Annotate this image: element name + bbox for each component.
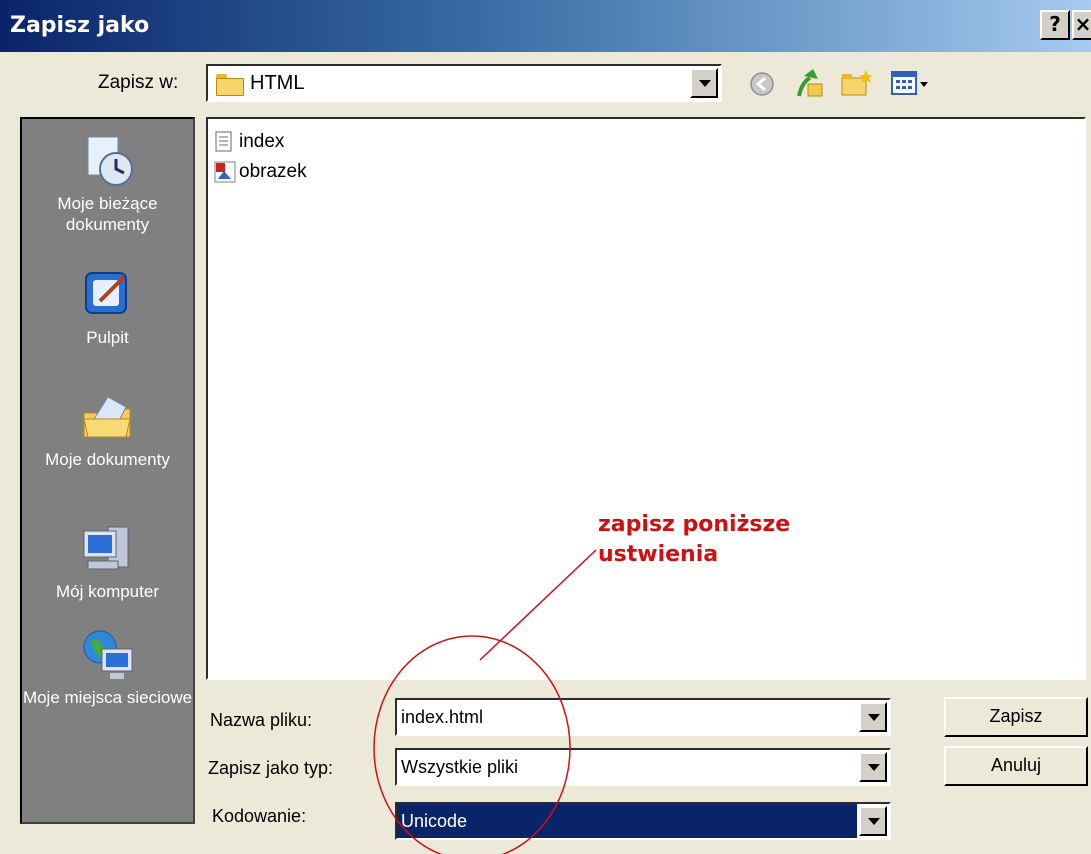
help-button[interactable]: ? bbox=[1040, 10, 1070, 40]
back-icon[interactable] bbox=[748, 70, 776, 98]
file-list[interactable]: index obrazek bbox=[206, 117, 1086, 680]
chevron-down-icon[interactable] bbox=[859, 752, 887, 782]
place-my-computer[interactable]: Mój komputer bbox=[22, 521, 193, 602]
desktop-icon bbox=[84, 272, 127, 314]
encoding-label: Kodowanie: bbox=[212, 806, 307, 826]
file-name: obrazek bbox=[239, 161, 307, 182]
save-in-label: Zapisz w: bbox=[98, 72, 179, 93]
window-title: Zapisz jako bbox=[10, 13, 150, 38]
places-bar: Moje bieżące dokumenty Pulpit Moje dokum… bbox=[20, 117, 195, 824]
up-folder-icon[interactable] bbox=[794, 66, 824, 100]
place-label: Pulpit bbox=[86, 328, 129, 347]
place-label: Moje bieżące dokumenty bbox=[57, 194, 158, 234]
recent-documents-icon bbox=[87, 136, 133, 186]
network-places-icon bbox=[83, 630, 132, 679]
file-type-select[interactable]: Wszystkie pliki bbox=[395, 748, 891, 786]
place-label: Moje dokumenty bbox=[45, 450, 170, 469]
encoding-select[interactable]: Unicode bbox=[395, 802, 891, 840]
annotation-line-1: zapisz poniższe bbox=[598, 512, 791, 537]
place-network-places[interactable]: Moje miejsca sieciowe bbox=[22, 627, 193, 708]
view-menu-icon[interactable] bbox=[890, 70, 930, 98]
place-recent-documents[interactable]: Moje bieżące dokumenty bbox=[22, 133, 193, 235]
place-my-documents[interactable]: Moje dokumenty bbox=[22, 389, 193, 470]
file-name: index bbox=[239, 131, 285, 152]
filename-value: index.html bbox=[401, 707, 484, 727]
text-file-icon bbox=[214, 131, 234, 153]
cancel-button[interactable]: Anuluj bbox=[944, 746, 1088, 786]
place-label: Mój komputer bbox=[56, 582, 159, 601]
list-item[interactable]: index bbox=[214, 129, 284, 155]
my-documents-icon bbox=[82, 396, 131, 438]
folder-icon bbox=[216, 74, 244, 96]
save-in-combo[interactable]: HTML bbox=[206, 64, 722, 102]
filename-label: Nazwa pliku: bbox=[210, 710, 313, 730]
annotation-line-2: ustwienia bbox=[598, 542, 719, 567]
filename-input[interactable]: index.html bbox=[395, 698, 891, 736]
list-item[interactable]: obrazek bbox=[214, 159, 307, 185]
title-bar[interactable]: Zapisz jako ? × bbox=[0, 0, 1091, 52]
new-folder-icon[interactable] bbox=[840, 68, 874, 98]
chevron-down-icon[interactable] bbox=[859, 806, 887, 836]
file-type-value: Wszystkie pliki bbox=[401, 757, 519, 777]
save-button[interactable]: Zapisz bbox=[944, 697, 1088, 737]
file-type-label: Zapisz jako typ: bbox=[208, 758, 334, 778]
annotation-text: zapisz poniższe ustwienia bbox=[598, 510, 790, 570]
close-button[interactable]: × bbox=[1072, 10, 1091, 40]
chevron-down-icon[interactable] bbox=[690, 68, 718, 98]
image-file-icon bbox=[214, 161, 236, 183]
place-label: Moje miejsca sieciowe bbox=[22, 688, 193, 707]
chevron-down-icon[interactable] bbox=[859, 702, 887, 732]
save-in-value: HTML bbox=[250, 72, 305, 94]
my-computer-icon bbox=[83, 526, 128, 570]
place-desktop[interactable]: Pulpit bbox=[22, 267, 193, 348]
encoding-value: Unicode bbox=[401, 811, 468, 831]
